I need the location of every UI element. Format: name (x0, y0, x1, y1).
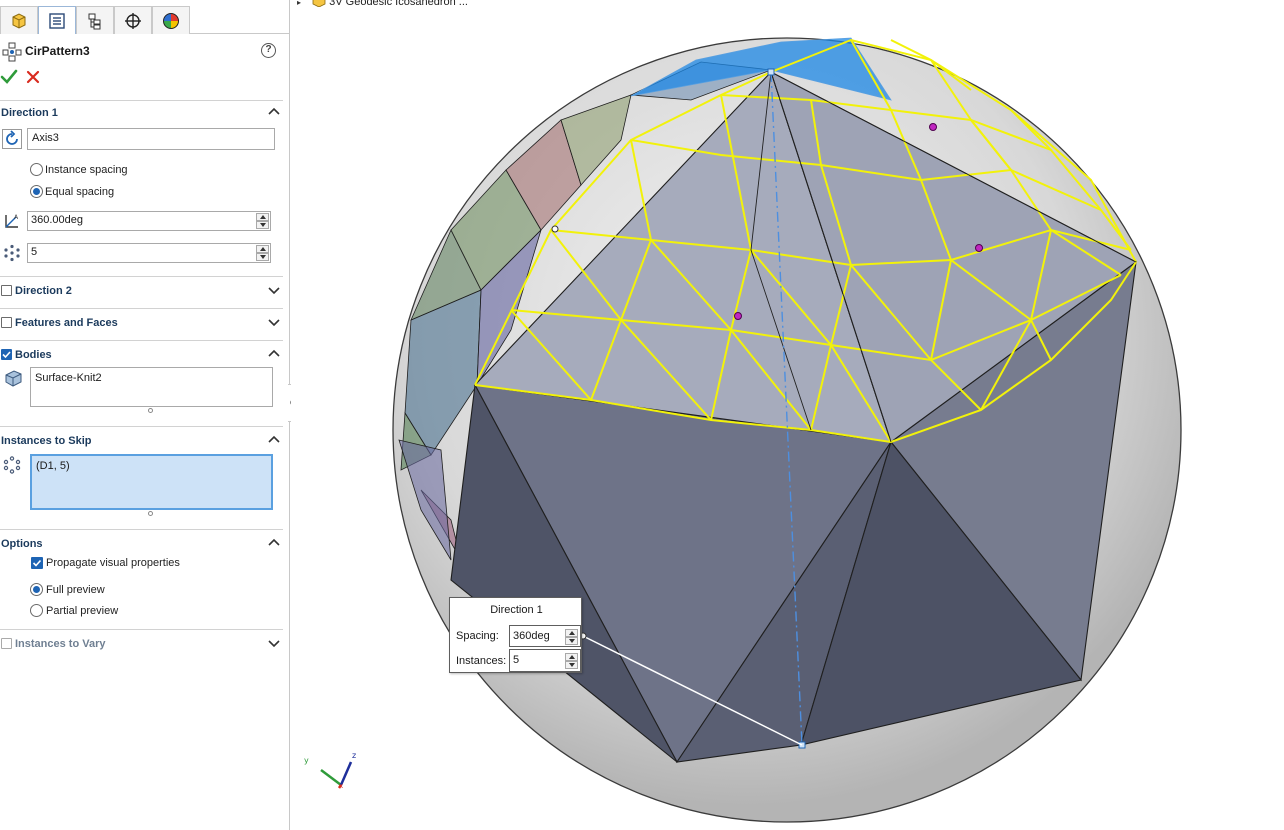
feature-title-row: CirPattern3 ? (0, 40, 290, 62)
cancel-x-icon[interactable] (26, 70, 40, 84)
tab-configuration-manager[interactable] (76, 6, 114, 34)
chevron-up-icon[interactable] (268, 537, 280, 549)
callout-spacing-label: Spacing: (456, 630, 499, 642)
section-direction-1[interactable]: Direction 1 (0, 100, 283, 122)
svg-text:A: A (14, 214, 19, 221)
section-options[interactable]: Options (0, 529, 283, 551)
section-label: Direction 1 (1, 107, 58, 119)
instance-spacing-label: Instance spacing (45, 164, 128, 176)
tab-dimxpert-manager[interactable] (114, 6, 152, 34)
instances-input[interactable]: 5 (27, 243, 271, 263)
feature-manager-icon (12, 12, 26, 29)
callout-instances-input[interactable]: 5 (509, 649, 581, 672)
callout-instances-spinner[interactable] (565, 653, 578, 669)
checkmark-icon (32, 559, 42, 567)
crosshair-icon (125, 12, 141, 29)
manager-tabs (0, 6, 290, 34)
tab-property-manager[interactable] (38, 6, 76, 34)
property-manager-panel: CirPattern3 ? Direction 1 Axis3 Instance… (0, 0, 290, 830)
callout-title: Direction 1 (490, 604, 543, 616)
callout-instances-label: Instances: (456, 655, 507, 667)
configuration-manager-icon (88, 13, 101, 29)
face-center-point[interactable] (975, 244, 983, 252)
face-center-point[interactable] (734, 312, 742, 320)
bodies-checkbox[interactable] (1, 349, 12, 360)
section-instances-to-skip[interactable]: Instances to Skip (0, 426, 283, 448)
chevron-up-icon[interactable] (268, 434, 280, 446)
section-direction-2[interactable]: Direction 2 (0, 276, 283, 298)
axis-selection-field[interactable]: Axis3 (27, 128, 275, 150)
angle-input[interactable]: 360.00deg (27, 211, 271, 231)
chevron-down-icon[interactable] (268, 284, 280, 296)
instance-spacing-radio[interactable] (30, 163, 43, 176)
skip-instances-icon (3, 456, 21, 474)
solid-body-icon (5, 370, 22, 387)
callout-instances-value: 5 (513, 654, 520, 666)
angle-icon: A (5, 214, 19, 228)
equal-spacing-radio[interactable] (30, 185, 43, 198)
checkmark-icon (2, 351, 11, 359)
section-label: Instances to Vary (15, 638, 106, 650)
propagate-visual-properties-label: Propagate visual properties (46, 557, 180, 569)
triad-x-label: x (339, 782, 343, 790)
partial-preview-label: Partial preview (46, 605, 119, 617)
circular-pattern-icon (2, 42, 22, 62)
chevron-up-icon[interactable] (268, 106, 280, 118)
angle-spinner[interactable] (256, 213, 269, 229)
instances-to-skip-box[interactable]: (D1, 5) (30, 454, 273, 510)
instances-count-icon (4, 244, 20, 262)
section-features-and-faces[interactable]: Features and Faces (0, 308, 283, 330)
instances-value: 5 (31, 246, 38, 258)
triad-y-label: y (304, 756, 309, 765)
direction-1-callout[interactable]: Direction 1 Spacing: 360deg Instances: 5 (449, 597, 582, 673)
face-center-point[interactable] (929, 123, 937, 131)
instances-spinner[interactable] (256, 245, 269, 261)
partial-preview-radio[interactable] (30, 604, 43, 617)
tab-feature-manager[interactable] (0, 6, 38, 34)
appearance-icon (163, 12, 179, 29)
rotation-axis-icon (2, 129, 22, 149)
bodies-selection-box[interactable]: Surface-Knit2 (30, 367, 273, 407)
section-label: Instances to Skip (1, 435, 92, 447)
graphics-viewport[interactable]: ▸ 3V Geodesic Icosahedron ... y z x (291, 0, 1284, 830)
property-manager-icon (49, 12, 65, 29)
model-scene[interactable]: y z x (291, 0, 1284, 830)
ok-check-icon[interactable] (0, 68, 18, 86)
callout-spacing-spinner[interactable] (565, 629, 578, 645)
chevron-down-icon[interactable] (268, 316, 280, 328)
angle-value: 360.00deg (31, 214, 83, 226)
features-and-faces-checkbox[interactable] (1, 317, 12, 328)
skip-selection-item[interactable]: (D1, 5) (36, 460, 70, 472)
section-label: Bodies (15, 349, 52, 361)
instances-to-vary-checkbox[interactable] (1, 638, 12, 649)
direction-2-checkbox[interactable] (1, 285, 12, 296)
propagate-visual-properties-checkbox[interactable] (31, 557, 43, 569)
vertex-handle[interactable] (551, 225, 559, 233)
tab-display-manager[interactable] (152, 6, 190, 34)
full-preview-radio[interactable] (30, 583, 43, 596)
chevron-down-icon[interactable] (268, 637, 280, 649)
section-label: Direction 2 (15, 285, 72, 297)
reference-triad[interactable]: y z x (304, 751, 356, 790)
section-instances-to-vary[interactable]: Instances to Vary (0, 629, 283, 651)
chevron-up-icon[interactable] (268, 348, 280, 360)
help-button[interactable]: ? (261, 43, 276, 58)
full-preview-label: Full preview (46, 584, 105, 596)
bodies-selection-item[interactable]: Surface-Knit2 (35, 372, 102, 384)
equal-spacing-label: Equal spacing (45, 186, 115, 198)
resize-grip-icon[interactable] (148, 408, 153, 413)
callout-spacing-value: 360deg (513, 630, 550, 642)
section-bodies[interactable]: Bodies (0, 340, 283, 362)
callout-spacing-input[interactable]: 360deg (509, 625, 581, 647)
section-label: Features and Faces (15, 317, 118, 329)
page-title: CirPattern3 (25, 44, 90, 58)
resize-grip-icon[interactable] (148, 511, 153, 516)
axis-endpoint-top[interactable] (767, 68, 775, 76)
triad-z-label: z (352, 751, 356, 760)
section-label: Options (1, 538, 43, 550)
